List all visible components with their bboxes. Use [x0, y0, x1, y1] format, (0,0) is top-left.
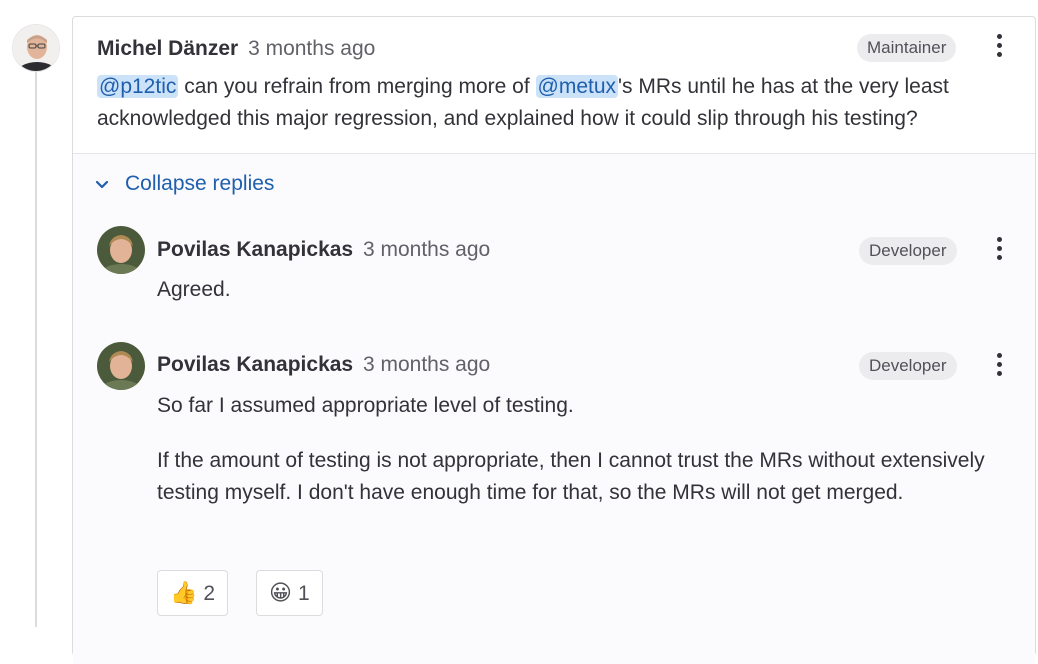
chevron-down-icon [95, 170, 111, 198]
user-mention[interactable]: @metux [535, 75, 619, 98]
author-name[interactable]: Michel Dänzer [97, 37, 238, 60]
kebab-icon [996, 34, 1002, 39]
timestamp[interactable]: 3 months ago [248, 37, 375, 60]
timestamp[interactable]: 3 months ago [363, 238, 490, 261]
kebab-icon [996, 353, 1002, 358]
author-name[interactable]: Povilas Kanapickas [157, 353, 353, 376]
author-name[interactable]: Povilas Kanapickas [157, 238, 353, 261]
reply-body: So far I assumed appropriate level of te… [157, 390, 1017, 509]
replies-section: Collapse replies Povilas Kanapickas 3 mo… [73, 153, 1035, 664]
note-text: can you refrain from merging more of [178, 75, 536, 98]
kebab-icon [996, 237, 1002, 242]
collapse-replies-label: Collapse replies [125, 172, 275, 195]
reply-header: Povilas Kanapickas 3 months ago [157, 236, 490, 264]
reaction-button[interactable]: 👍 2 [157, 570, 229, 616]
avatar[interactable] [12, 24, 60, 72]
note-header: Michel Dänzer 3 months ago [97, 35, 375, 63]
timeline-line [35, 70, 37, 627]
reaction-count: 1 [297, 582, 310, 605]
user-avatar-icon [97, 226, 145, 274]
thumbsup-icon: 👍 [170, 580, 198, 605]
grinning-face-icon: 😀 [269, 580, 292, 605]
avatar[interactable] [97, 226, 145, 274]
more-actions-button[interactable] [995, 34, 1003, 62]
note-body: @p12tic can you refrain from merging mor… [97, 71, 1017, 135]
discussion-card: Michel Dänzer 3 months ago Maintainer @p… [72, 16, 1036, 664]
more-actions-button[interactable] [995, 237, 1003, 265]
role-badge: Maintainer [857, 34, 957, 62]
reply-header: Povilas Kanapickas 3 months ago [157, 351, 490, 379]
role-badge: Developer [859, 237, 957, 265]
more-actions-button[interactable] [995, 353, 1003, 381]
collapse-replies-button[interactable]: Collapse replies [95, 170, 274, 198]
timestamp[interactable]: 3 months ago [363, 353, 490, 376]
reaction-button[interactable]: 😀 1 [256, 570, 323, 616]
reply-paragraph: Agreed. [157, 278, 231, 301]
user-avatar-icon [13, 25, 59, 71]
reply-paragraph: So far I assumed appropriate level of te… [157, 394, 574, 417]
user-avatar-icon [97, 342, 145, 390]
reply-paragraph: If the amount of testing is not appropri… [157, 449, 985, 504]
user-mention[interactable]: @p12tic [97, 75, 179, 98]
role-badge: Developer [859, 352, 957, 380]
avatar[interactable] [97, 342, 145, 390]
reaction-count: 2 [203, 582, 216, 605]
reply-body: Agreed. [157, 274, 1017, 306]
